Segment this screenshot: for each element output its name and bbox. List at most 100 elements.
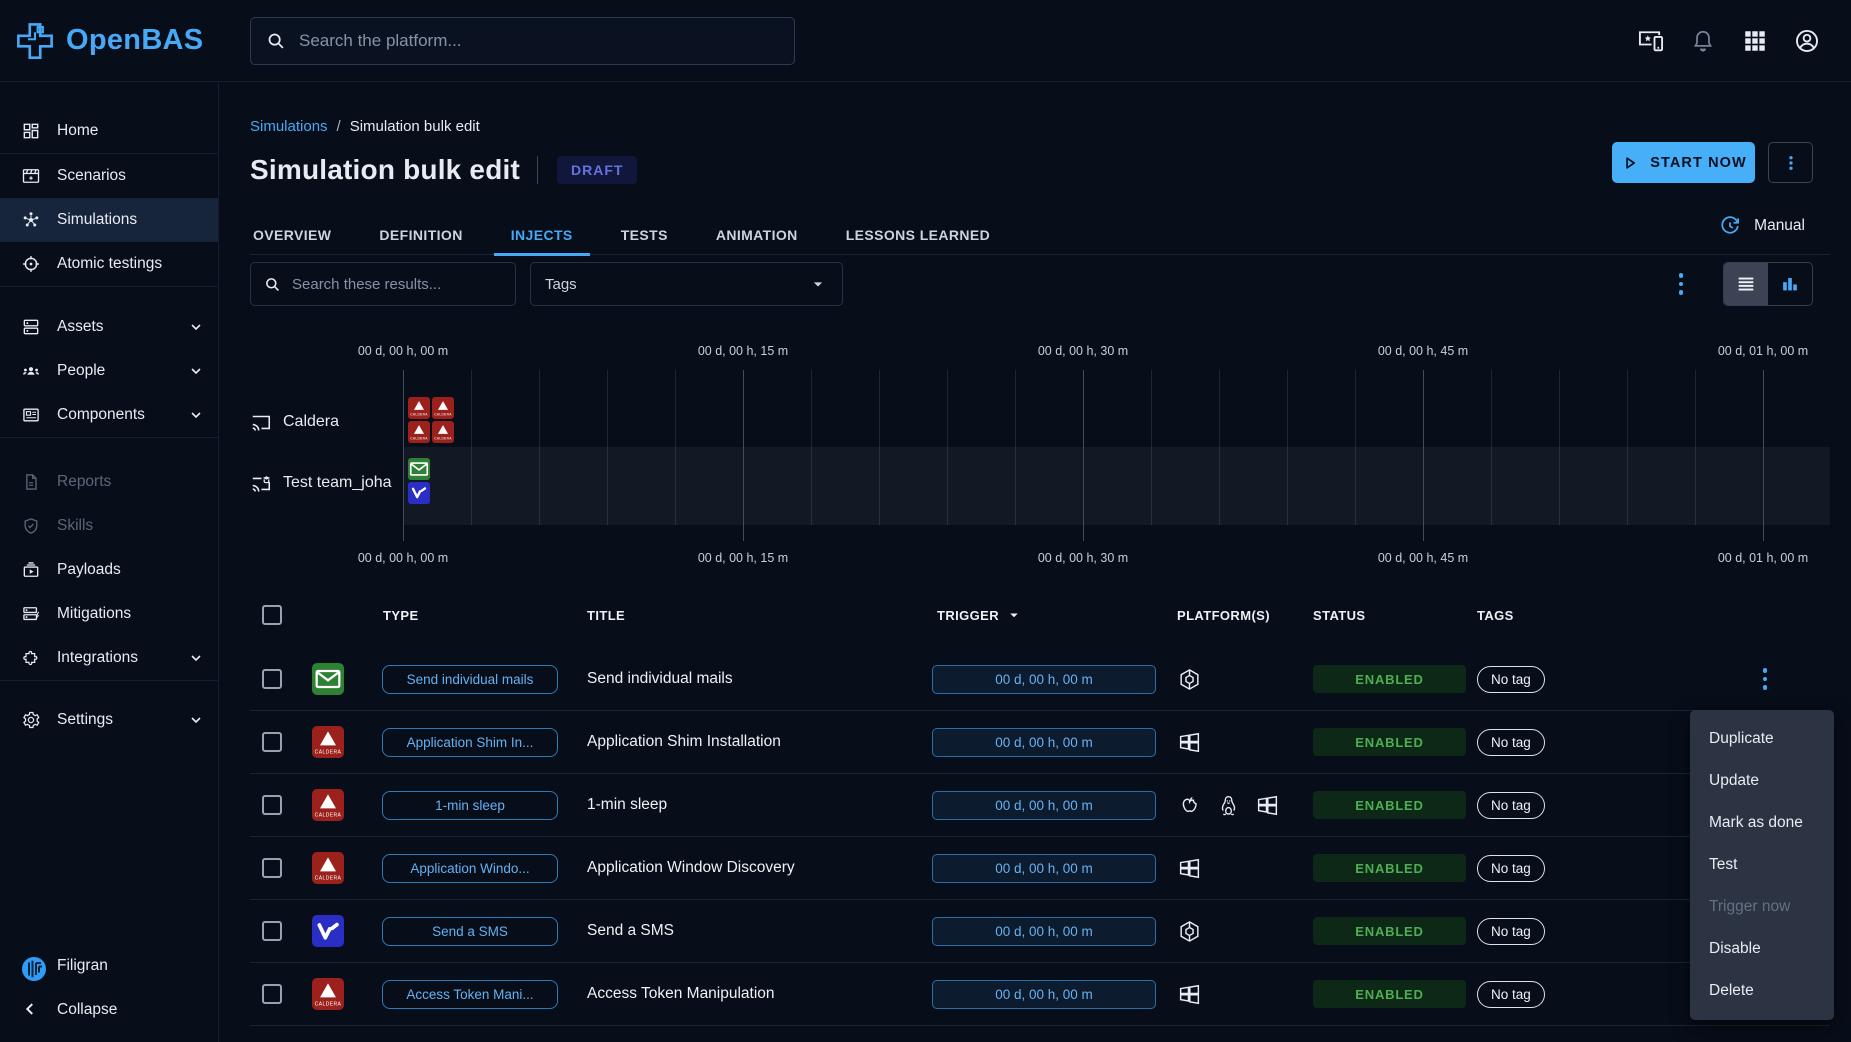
row-checkbox[interactable] [262,795,282,815]
inject-type-chip[interactable]: Application Windo... [382,854,558,883]
table-row[interactable]: Send a SMS Send a SMS 00 d, 00 h, 00 m E… [250,900,1830,963]
table-row[interactable]: CALDERA Application Shim In... Applicati… [250,711,1830,774]
gear-icon [21,710,41,730]
col-header-platforms[interactable]: PLATFORM(S) [1175,608,1310,623]
table-row[interactable]: CALDERA 1-min sleep 1-min sleep 00 d, 00… [250,774,1830,837]
sms-inject-icon[interactable] [408,482,430,504]
tag-chip[interactable]: No tag [1477,792,1545,819]
col-header-title[interactable]: TITLE [580,608,930,623]
tab-animation[interactable]: ANIMATION [713,215,801,255]
inject-type-chip[interactable]: Application Shim In... [382,728,558,757]
sidebar-item-home[interactable]: Home [0,109,218,153]
menu-item-delete[interactable]: Delete [1690,970,1834,1012]
trigger-chip[interactable]: 00 d, 00 h, 00 m [932,917,1156,946]
timeline-major-gridline [1083,370,1084,541]
inject-type-chip[interactable]: 1-min sleep [382,791,558,820]
update-mode[interactable]: Manual [1719,215,1805,237]
sidebar-item-filigran[interactable]: Filigran [0,944,218,988]
account-avatar-icon[interactable] [1793,27,1821,55]
platform-search[interactable] [250,17,795,65]
row-checkbox[interactable] [262,858,282,878]
tag-chip[interactable]: No tag [1477,855,1545,882]
sidebar-item-integrations[interactable]: Integrations [0,636,218,680]
tab-injects[interactable]: INJECTS [508,215,576,255]
col-header-status[interactable]: STATUS [1310,608,1470,623]
inject-type-chip[interactable]: Send a SMS [382,917,558,946]
sidebar-item-payloads[interactable]: Payloads [0,548,218,592]
tag-chip[interactable]: No tag [1477,729,1545,756]
status-badge: ENABLED [1313,791,1466,819]
trigger-chip[interactable]: 00 d, 00 h, 00 m [932,728,1156,757]
kebab-dots-icon [1782,154,1800,172]
platforms-cell [1175,667,1310,692]
sidebar-item-simulations[interactable]: Simulations [0,198,218,242]
trigger-chip[interactable]: 00 d, 00 h, 00 m [932,854,1156,883]
simulation-kebab-menu-button[interactable] [1768,142,1813,183]
menu-item-duplicate[interactable]: Duplicate [1690,718,1834,760]
sidebar-item-settings[interactable]: Settings [0,698,218,742]
sidebar-item-assets[interactable]: Assets [0,305,218,349]
results-search[interactable] [250,262,516,306]
sidebar-item-components[interactable]: Components [0,393,218,437]
platform-search-input[interactable] [299,31,780,51]
tab-tests[interactable]: TESTS [618,215,671,255]
notifications-bell-icon[interactable] [1689,27,1717,55]
row-checkbox[interactable] [262,732,282,752]
menu-item-disable[interactable]: Disable [1690,928,1834,970]
timeline-major-gridline [403,370,404,541]
row-kebab-menu-icon[interactable] [1758,665,1772,693]
row-checkbox[interactable] [262,984,282,1004]
tab-lessons-learned[interactable]: LESSONS LEARNED [843,215,993,255]
results-search-input[interactable] [292,276,503,293]
table-row[interactable]: CALDERA Application Windo... Application… [250,837,1830,900]
inject-type-chip[interactable]: Access Token Mani... [382,980,558,1009]
trigger-chip[interactable]: 00 d, 00 h, 00 m [932,980,1156,1009]
svg-text:CALDERA: CALDERA [315,749,342,755]
trigger-chip[interactable]: 00 d, 00 h, 00 m [932,791,1156,820]
table-row[interactable]: CALDERA Access Token Mani... Access Toke… [250,963,1830,1026]
axis-tick-label: 00 d, 01 h, 00 m [1718,551,1808,565]
tags-filter-select[interactable]: Tags [530,262,843,306]
tab-overview[interactable]: OVERVIEW [250,215,334,255]
status-badge: ENABLED [1313,854,1466,882]
apps-grid-icon[interactable] [1741,27,1769,55]
row-checkbox[interactable] [262,669,282,689]
caldera-inject-icon[interactable]: CALDERA [408,421,430,443]
search-icon [265,30,287,52]
sidebar-item-atomic-testings[interactable]: Atomic testings [0,242,218,286]
select-all-checkbox[interactable] [262,605,282,625]
sidebar-item-mitigations[interactable]: Mitigations [0,592,218,636]
col-header-type[interactable]: TYPE [370,608,580,623]
sidebar-item-people[interactable]: People [0,349,218,393]
email-inject-icon[interactable] [408,458,430,480]
col-header-tags[interactable]: TAGS [1470,608,1830,623]
tag-chip[interactable]: No tag [1477,981,1545,1008]
row-checkbox[interactable] [262,921,282,941]
caldera-type-icon: CALDERA [312,726,344,758]
menu-item-mark-as-done[interactable]: Mark as done [1690,802,1834,844]
caldera-inject-icon[interactable]: CALDERA [432,397,454,419]
breadcrumb-simulations-link[interactable]: Simulations [250,118,328,135]
timeline-axis-bottom: 00 d, 00 h, 00 m 00 d, 00 h, 15 m 00 d, … [250,551,1830,569]
tag-chip[interactable]: No tag [1477,918,1545,945]
sidebar-item-scenarios[interactable]: Scenarios [0,154,218,198]
menu-item-update[interactable]: Update [1690,760,1834,802]
chart-view-button[interactable] [1768,263,1812,305]
list-view-button[interactable] [1724,263,1768,305]
sidebar-collapse-button[interactable]: Collapse [0,988,218,1032]
menu-item-test[interactable]: Test [1690,844,1834,886]
caldera-inject-icon[interactable]: CALDERA [408,397,430,419]
start-now-button[interactable]: START NOW [1612,142,1755,183]
tab-definition[interactable]: DEFINITION [376,215,465,255]
app-logo[interactable]: OpenBAS [0,20,219,62]
caldera-inject-icon[interactable]: CALDERA [432,421,454,443]
trigger-chip[interactable]: 00 d, 00 h, 00 m [932,665,1156,694]
inject-type-chip[interactable]: Send individual mails [382,665,558,694]
col-header-trigger[interactable]: TRIGGER [930,606,1175,624]
platforms-cell [1175,919,1310,944]
devices-icon[interactable] [1637,27,1665,55]
table-row[interactable]: Send individual mails Send individual ma… [250,648,1830,711]
filter-kebab-menu-icon[interactable] [1674,270,1688,298]
scenarios-icon [21,166,41,186]
tag-chip[interactable]: No tag [1477,666,1545,693]
